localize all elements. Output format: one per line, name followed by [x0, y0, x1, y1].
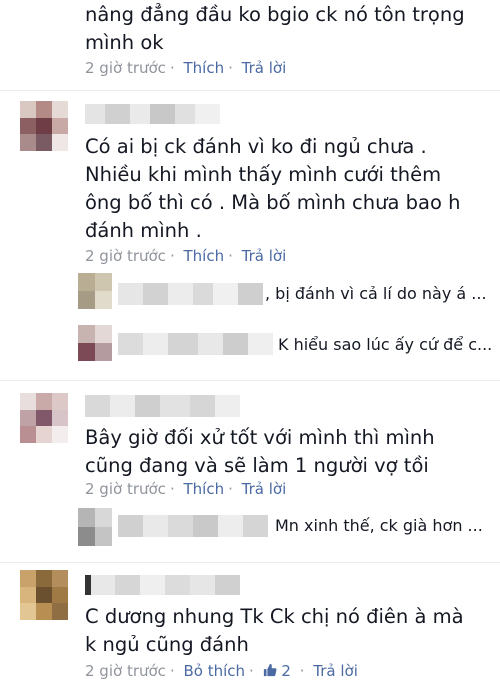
unlike-link[interactable]: Bỏ thích [184, 662, 246, 680]
comment-timestamp: 2 giờ trước [85, 59, 166, 77]
comment-meta: 2 giờ trước · Bỏ thích · 2 · Trả lời [85, 662, 358, 680]
reply-avatar[interactable] [78, 325, 112, 361]
comment-text: Có ai bị ck đánh vì ko đi ngủ chưa . Nhi… [85, 135, 461, 242]
thumbs-up-icon [263, 663, 277, 677]
commenter-name[interactable] [85, 104, 220, 124]
avatar[interactable] [20, 393, 68, 443]
comment-text: C dương nhung Tk Ck chị nó điên à mà k n… [85, 605, 464, 656]
like-link[interactable]: Thích [184, 247, 225, 265]
reply-link[interactable]: Trả lời [242, 480, 287, 498]
avatar[interactable] [20, 101, 68, 151]
comment-timestamp: 2 giờ trước [85, 247, 166, 265]
reply-link[interactable]: Trả lời [242, 247, 287, 265]
reply-author-name[interactable] [118, 515, 268, 537]
comment-meta: 2 giờ trước · Thích · Trả lời [85, 59, 287, 77]
comment-text: nâng đẳng đầu ko bgio ck nó tôn trọng mì… [85, 3, 465, 54]
like-link[interactable]: Thích [184, 59, 225, 77]
like-count-value: 2 [281, 662, 291, 680]
comment-text: Bây giờ đối xử tốt với mình thì mình cũn… [85, 426, 435, 477]
reply-text: Mn xinh thế, ck già hơn ... [275, 516, 483, 535]
reply-text: K hiểu sao lúc ấy cứ để c... [278, 335, 493, 354]
comment-divider [0, 380, 500, 381]
comment-meta: 2 giờ trước · Thích · Trả lời [85, 247, 287, 265]
reply-link[interactable]: Trả lời [242, 59, 287, 77]
comment-meta: 2 giờ trước · Thích · Trả lời [85, 480, 287, 498]
reply-text: , bị đánh vì cả lí do này á ... [265, 284, 487, 303]
comment-divider [0, 562, 500, 563]
reply-author-name[interactable] [118, 333, 273, 355]
commenter-name[interactable] [85, 395, 240, 417]
comment-timestamp: 2 giờ trước [85, 662, 166, 680]
comment-timestamp: 2 giờ trước [85, 480, 166, 498]
reply-avatar[interactable] [78, 508, 112, 546]
comment-divider [0, 90, 500, 91]
like-count[interactable]: 2 [263, 662, 296, 680]
commenter-name[interactable] [85, 575, 240, 595]
like-link[interactable]: Thích [184, 480, 225, 498]
reply-link[interactable]: Trả lời [313, 662, 358, 680]
reply-avatar[interactable] [78, 273, 112, 309]
avatar[interactable] [20, 570, 68, 620]
reply-author-name[interactable] [118, 283, 263, 305]
